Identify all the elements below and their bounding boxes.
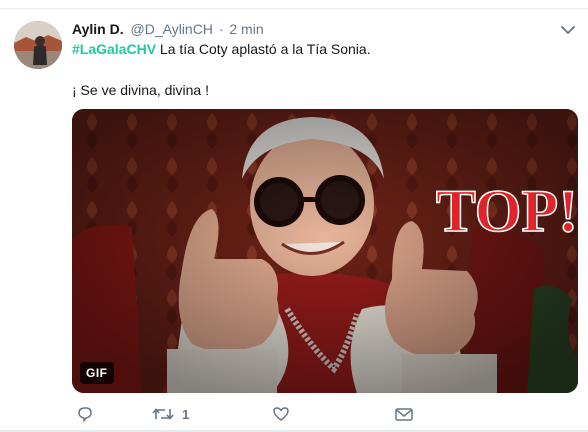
top-divider <box>0 8 588 9</box>
heart-icon <box>273 407 289 421</box>
reply-button[interactable] <box>76 404 94 424</box>
timestamp[interactable]: 2 min <box>229 21 263 37</box>
tweet-text-line-2: ¡ Se ve divina, divina ! <box>72 82 209 98</box>
hashtag-link[interactable]: #LaGalaCHV <box>72 41 156 57</box>
separator-dot: · <box>218 21 224 37</box>
gif-media[interactable]: TOP! GIF <box>72 109 578 393</box>
direct-message-button[interactable] <box>394 404 414 424</box>
top-overlay-text: TOP! <box>436 178 578 244</box>
retweet-count: 1 <box>182 406 190 422</box>
tweet-header: Aylin D. @D_AylinCH · 2 min <box>72 19 264 39</box>
envelope-icon <box>395 408 413 421</box>
retweet-button[interactable]: 1 <box>152 404 189 424</box>
tweet-text-line-1: #LaGalaCHV La tía Coty aplastó a la Tía … <box>72 39 371 59</box>
like-button[interactable] <box>272 404 290 424</box>
display-name[interactable]: Aylin D. <box>72 21 124 37</box>
tweet-text: La tía Coty aplastó a la Tía Sonia. <box>156 41 371 57</box>
user-handle[interactable]: @D_AylinCH <box>131 21 213 37</box>
retweet-icon <box>152 408 174 420</box>
reply-icon <box>78 407 92 422</box>
gif-badge: GIF <box>80 362 114 384</box>
chevron-down-icon[interactable] <box>560 24 576 36</box>
avatar[interactable] <box>14 21 62 69</box>
